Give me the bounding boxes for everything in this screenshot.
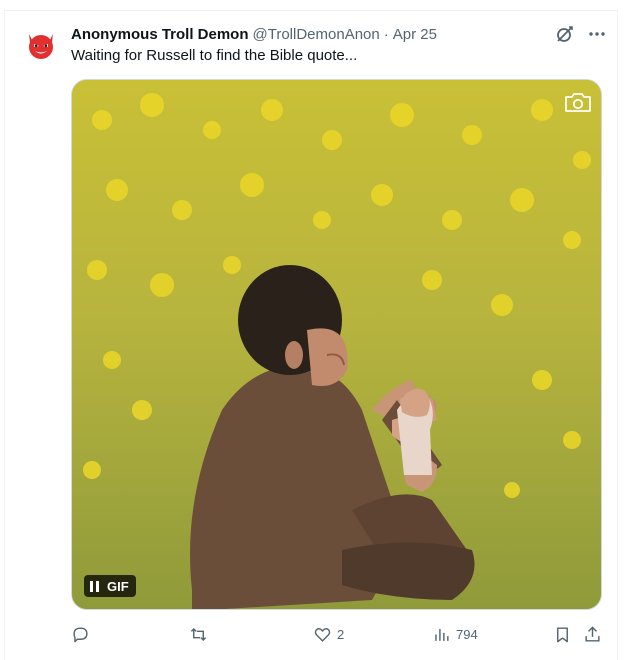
more-icon[interactable]: [587, 24, 607, 44]
heart-icon: [314, 627, 331, 642]
bookmark-button[interactable]: [553, 622, 572, 646]
views-count: 794: [456, 626, 478, 642]
share-button[interactable]: [583, 622, 602, 646]
gif-frame-image: [72, 80, 601, 609]
gif-badge[interactable]: GIF: [84, 575, 136, 597]
grok-icon[interactable]: [555, 24, 575, 44]
gif-media[interactable]: GIF: [71, 79, 602, 610]
retweet-button[interactable]: [189, 622, 213, 646]
like-button[interactable]: 2: [313, 622, 344, 646]
avatar[interactable]: [24, 28, 58, 62]
pause-icon[interactable]: [90, 580, 99, 592]
reply-button[interactable]: [71, 622, 95, 646]
separator-dot: ·: [383, 25, 389, 43]
like-count: 2: [337, 626, 345, 642]
gif-label: GIF: [107, 578, 129, 594]
views-icon: [435, 628, 449, 641]
camera-icon[interactable]: [563, 90, 593, 114]
retweet-icon: [190, 627, 207, 641]
post-date[interactable]: Apr 25: [393, 26, 437, 43]
tweet-text: Waiting for Russell to find the Bible qu…: [71, 47, 358, 64]
header-actions: [555, 24, 607, 44]
devil-face-icon: [29, 34, 53, 59]
display-name[interactable]: Anonymous Troll Demon: [71, 26, 249, 43]
views-button[interactable]: 794: [432, 622, 478, 646]
bookmark-icon: [557, 626, 568, 642]
user-handle[interactable]: @TrollDemonAnon: [253, 26, 380, 43]
tweet-actions: 2 794: [71, 622, 607, 646]
share-icon: [585, 625, 600, 642]
tweet-header: Anonymous Troll Demon @TrollDemonAnon · …: [71, 24, 437, 44]
reply-icon: [73, 626, 88, 642]
